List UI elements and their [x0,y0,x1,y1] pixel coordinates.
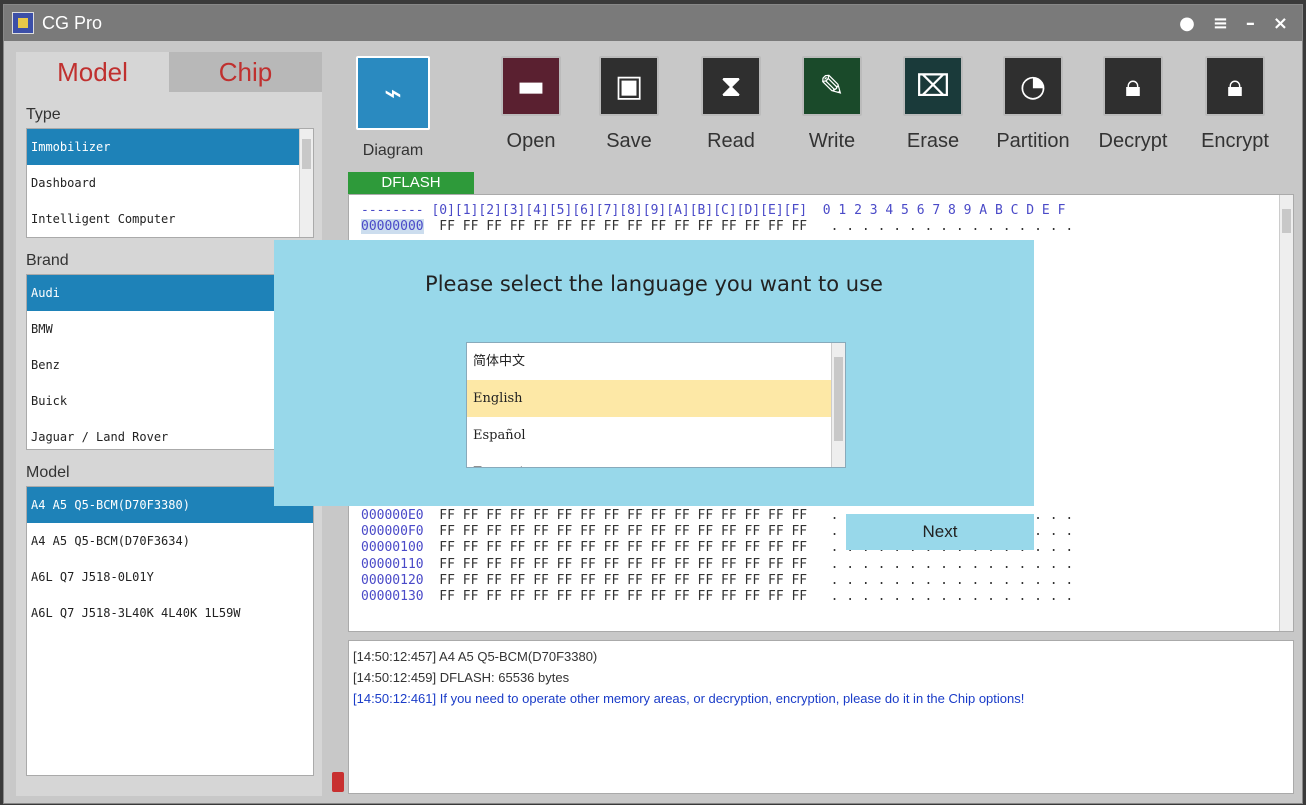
diagram-button[interactable]: ⌁ Diagram [348,56,438,160]
language-option[interactable]: Español [467,417,831,454]
usb-icon [332,772,344,792]
language-scrollbar[interactable] [831,343,845,467]
language-dialog: Please select the language you want to u… [274,240,1034,506]
hex-bytes: FF FF FF FF FF FF FF FF FF FF FF FF FF F… [423,572,1074,588]
write-label: Write [808,130,856,152]
tab-chip[interactable]: Chip [169,52,322,92]
hex-header: -------- [0][1][2][3][4][5][6][7][8][9][… [361,203,1066,218]
hex-row: 00000110 FF FF FF FF FF FF FF FF FF FF F… [361,557,1073,573]
list-item[interactable]: A6L Q7 J518-3L40K 4L40K 1L59W [27,595,313,631]
next-button[interactable]: Next [846,514,1034,550]
pie-icon: ◔ [1003,56,1063,116]
hex-address: 000000E0 [361,508,424,523]
hex-row: 00000120 FF FF FF FF FF FF FF FF FF FF F… [361,573,1073,589]
hex-bytes: FF FF FF FF FF FF FF FF FF FF FF FF FF F… [423,556,1074,572]
tab-model[interactable]: Model [16,52,169,92]
hourglass-icon: ⧗ [701,56,761,116]
account-icon[interactable]: ● [1179,13,1195,34]
pencil-icon: ✎ [802,56,862,116]
dialog-title: Please select the language you want to u… [425,272,883,296]
hex-address: 00000000 [361,219,424,234]
encrypt-button[interactable]: 🔒︎ Encrypt [1190,56,1280,153]
list-item[interactable]: A4 A5 Q5-BCM(D70F3634) [27,523,313,559]
hex-address: 00000100 [361,540,424,556]
toolbar: ⌁ Diagram ▬ Open ▣ Save ⧗ Read ✎ Write ⌧… [356,56,1294,176]
save-button[interactable]: ▣ Save [584,56,674,153]
type-scrollbar[interactable] [299,129,313,237]
brand-list[interactable]: Audi BMW Benz Buick Jaguar / Land Rover [26,274,314,450]
list-item[interactable]: Benz [27,347,313,383]
erase-label: Erase [906,130,960,152]
hex-row: 00000000 FF FF FF FF FF FF FF FF FF FF F… [361,219,1073,235]
list-item[interactable]: BMW [27,311,313,347]
hex-address: 000000F0 [361,524,424,540]
decrypt-button[interactable]: 🔒︎ Decrypt [1088,56,1178,153]
lock-gear-icon: 🔒︎ [1205,56,1265,116]
floppy-icon: ▣ [599,56,659,116]
log-line: [14:50:12:457] A4 A5 Q5-BCM(D70F3380) [353,649,598,664]
menu-icon[interactable]: ≡ [1213,13,1228,34]
list-item[interactable]: Immobilizer [27,129,313,165]
title-bar: CG Pro ● ≡ – × [4,5,1302,41]
dflash-tab[interactable]: DFLASH [348,172,474,194]
hex-address: 00000110 [361,556,424,572]
language-option[interactable]: English [467,380,831,417]
list-item[interactable]: Audi [27,275,313,311]
model-list[interactable]: A4 A5 Q5-BCM(D70F3380) A4 A5 Q5-BCM(D70F… [26,486,314,776]
hex-bytes: FF FF FF FF FF FF FF FF FF FF FF FF FF F… [423,588,1074,604]
eraser-icon: ⌧ [903,56,963,116]
close-icon[interactable]: × [1273,13,1288,34]
open-button[interactable]: ▬ Open [486,56,576,153]
list-item[interactable]: A6L Q7 J518-0L01Y [27,559,313,595]
folder-icon: ▬ [501,56,561,116]
read-button[interactable]: ⧗ Read [686,56,776,153]
language-option[interactable]: 简体中文 [467,343,831,380]
save-label: Save [606,130,652,152]
log-pane: [14:50:12:457] A4 A5 Q5-BCM(D70F3380) [1… [348,640,1294,794]
hex-address: 00000120 [361,572,424,588]
list-item[interactable]: Jaguar / Land Rover [27,419,313,449]
read-label: Read [707,130,755,152]
list-item[interactable]: A4 A5 Q5-BCM(D70F3380) [27,487,313,523]
list-item[interactable]: Dashboard [27,165,313,201]
open-label: Open [506,130,556,152]
log-line: [14:50:12:459] DFLASH: 65536 bytes [353,670,570,685]
encrypt-label: Encrypt [1201,130,1269,152]
hex-row: 00000130 FF FF FF FF FF FF FF FF FF FF F… [361,589,1073,605]
hex-address: 00000130 [361,588,424,604]
type-label: Type [26,106,61,123]
language-option[interactable]: Français [467,454,831,467]
hex-scrollbar[interactable] [1279,195,1293,631]
list-item[interactable]: Intelligent Computer [27,201,313,237]
list-item[interactable]: Buick [27,383,313,419]
minimize-icon[interactable]: – [1246,13,1255,34]
partition-label: Partition [996,130,1070,152]
partition-button[interactable]: ◔ Partition [988,56,1078,153]
type-list[interactable]: Immobilizer Dashboard Intelligent Comput… [26,128,314,238]
chip-icon [12,12,34,34]
diagram-label: Diagram [362,142,424,159]
write-button[interactable]: ✎ Write [787,56,877,153]
hex-rows-top: 00000000 FF FF FF FF FF FF FF FF FF FF F… [361,219,1073,235]
hex-bytes: FF FF FF FF FF FF FF FF FF FF FF FF FF F… [423,219,1074,234]
app-title: CG Pro [42,12,103,33]
lock-icon: 🔒︎ [1103,56,1163,116]
decrypt-label: Decrypt [1098,130,1168,152]
erase-button[interactable]: ⌧ Erase [888,56,978,153]
language-list[interactable]: 简体中文 English Español Français [466,342,846,468]
log-line: [14:50:12:461] If you need to operate ot… [353,691,1025,706]
diagram-icon: ⌁ [356,56,430,130]
